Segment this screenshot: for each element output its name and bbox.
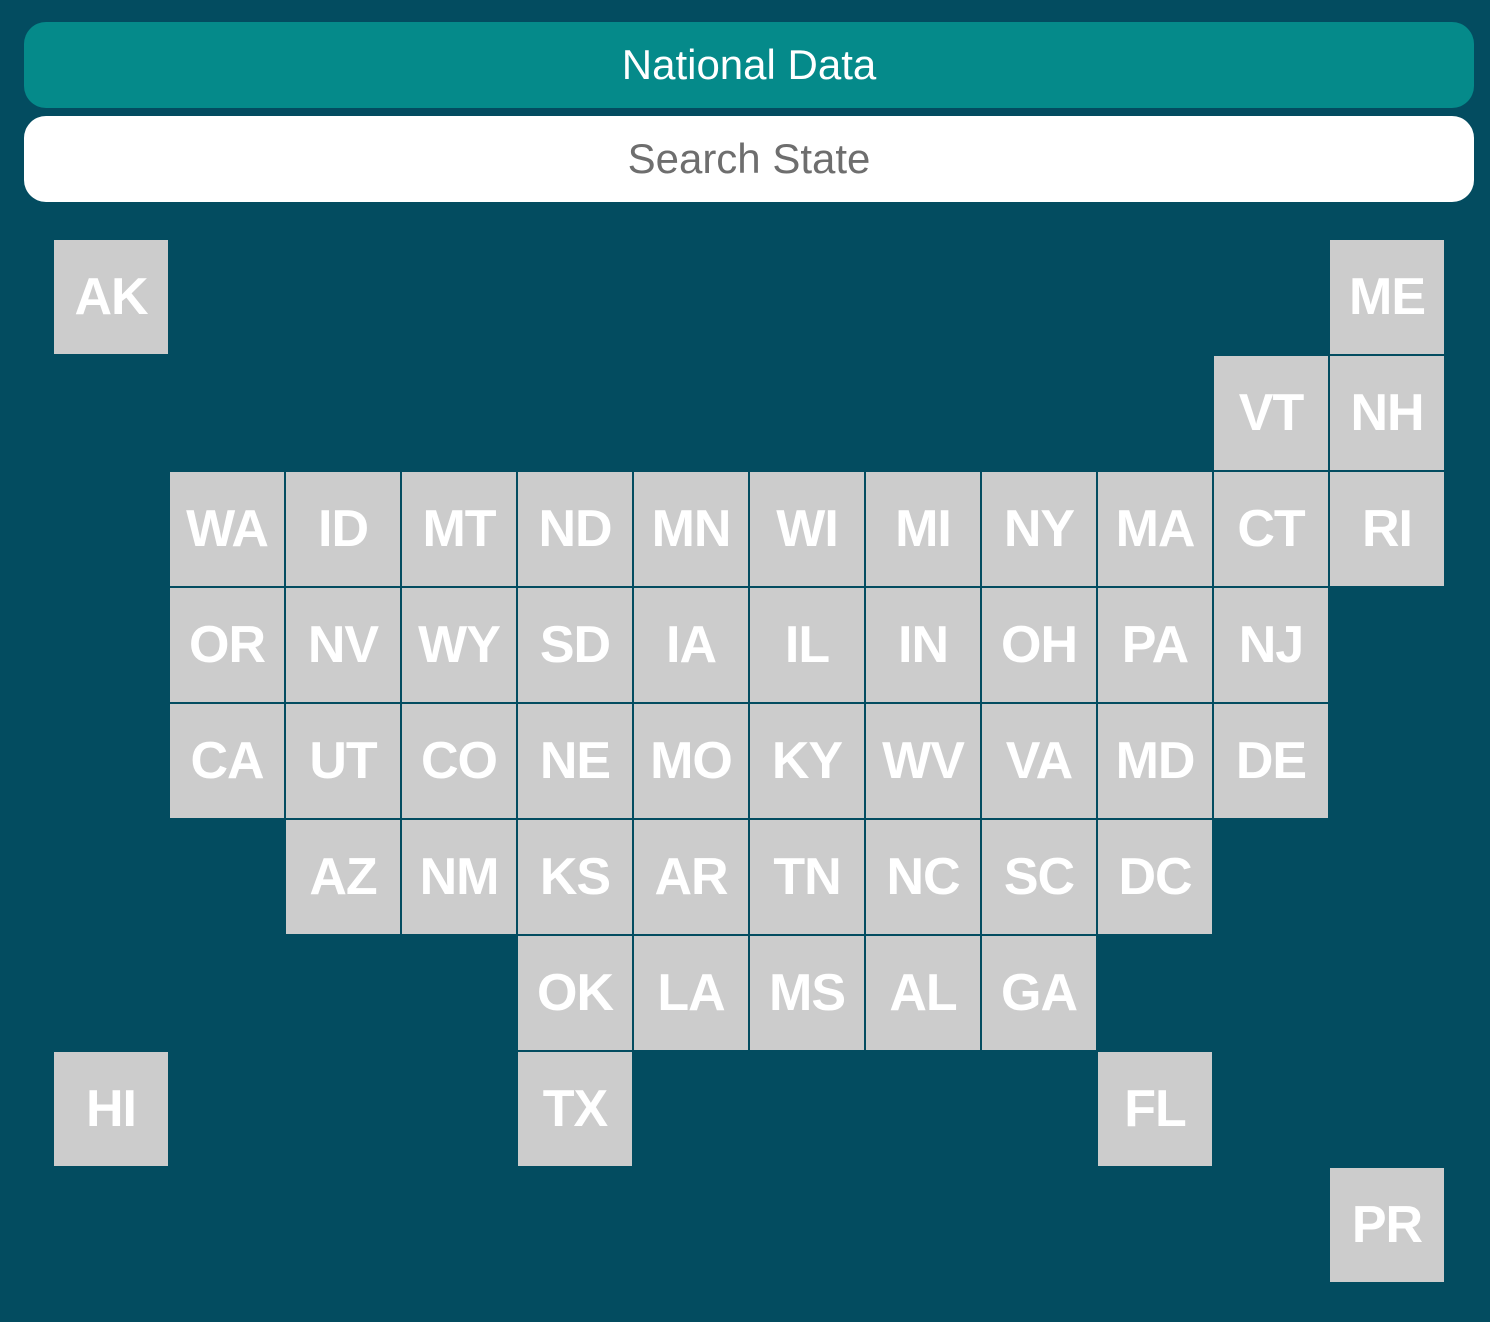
state-tile-tx[interactable]: TX xyxy=(518,1052,632,1166)
state-tile-ms[interactable]: MS xyxy=(750,936,864,1050)
state-tile-de[interactable]: DE xyxy=(1214,704,1328,818)
state-tile-co[interactable]: CO xyxy=(402,704,516,818)
state-tile-oh[interactable]: OH xyxy=(982,588,1096,702)
state-tile-nd[interactable]: ND xyxy=(518,472,632,586)
state-tile-ct[interactable]: CT xyxy=(1214,472,1328,586)
state-tile-dc[interactable]: DC xyxy=(1098,820,1212,934)
state-tile-mo[interactable]: MO xyxy=(634,704,748,818)
state-tile-ny[interactable]: NY xyxy=(982,472,1096,586)
state-tile-vt[interactable]: VT xyxy=(1214,356,1328,470)
state-tile-ca[interactable]: CA xyxy=(170,704,284,818)
state-tile-va[interactable]: VA xyxy=(982,704,1096,818)
state-tile-ut[interactable]: UT xyxy=(286,704,400,818)
state-tile-mn[interactable]: MN xyxy=(634,472,748,586)
state-tile-id[interactable]: ID xyxy=(286,472,400,586)
state-tile-md[interactable]: MD xyxy=(1098,704,1212,818)
state-tile-ri[interactable]: RI xyxy=(1330,472,1444,586)
state-tile-ga[interactable]: GA xyxy=(982,936,1096,1050)
app-root: National Data AK MEVTNH WAIDMTNDMNWIMINYMA… xyxy=(0,0,1490,1322)
state-tile-ia[interactable]: IA xyxy=(634,588,748,702)
state-tile-ks[interactable]: KS xyxy=(518,820,632,934)
state-tile-ak[interactable]: AK xyxy=(54,240,168,354)
state-tile-nh[interactable]: NH xyxy=(1330,356,1444,470)
state-tile-ky[interactable]: KY xyxy=(750,704,864,818)
state-tile-nv[interactable]: NV xyxy=(286,588,400,702)
state-tile-or[interactable]: OR xyxy=(170,588,284,702)
state-tile-wy[interactable]: WY xyxy=(402,588,516,702)
state-tile-wa[interactable]: WA xyxy=(170,472,284,586)
state-tile-wv[interactable]: WV xyxy=(866,704,980,818)
state-tile-ne[interactable]: NE xyxy=(518,704,632,818)
state-tile-ok[interactable]: OK xyxy=(518,936,632,1050)
state-tile-nm[interactable]: NM xyxy=(402,820,516,934)
state-tile-hi[interactable]: HI xyxy=(54,1052,168,1166)
state-tile-tn[interactable]: TN xyxy=(750,820,864,934)
state-tile-pa[interactable]: PA xyxy=(1098,588,1212,702)
state-tile-ar[interactable]: AR xyxy=(634,820,748,934)
state-tile-sd[interactable]: SD xyxy=(518,588,632,702)
state-tile-wi[interactable]: WI xyxy=(750,472,864,586)
state-tile-ma[interactable]: MA xyxy=(1098,472,1212,586)
state-tile-la[interactable]: LA xyxy=(634,936,748,1050)
state-tile-pr[interactable]: PR xyxy=(1330,1168,1444,1282)
state-tile-sc[interactable]: SC xyxy=(982,820,1096,934)
national-data-button[interactable]: National Data xyxy=(24,22,1474,108)
state-tile-nj[interactable]: NJ xyxy=(1214,588,1328,702)
state-tile-fl[interactable]: FL xyxy=(1098,1052,1212,1166)
search-state-field xyxy=(24,115,1474,203)
state-tile-me[interactable]: ME xyxy=(1330,240,1444,354)
state-tile-mt[interactable]: MT xyxy=(402,472,516,586)
state-tile-al[interactable]: AL xyxy=(866,936,980,1050)
state-tile-mi[interactable]: MI xyxy=(866,472,980,586)
state-tile-az[interactable]: AZ xyxy=(286,820,400,934)
state-tile-nc[interactable]: NC xyxy=(866,820,980,934)
state-tile-il[interactable]: IL xyxy=(750,588,864,702)
search-state-input[interactable] xyxy=(24,115,1474,203)
state-tile-in[interactable]: IN xyxy=(866,588,980,702)
